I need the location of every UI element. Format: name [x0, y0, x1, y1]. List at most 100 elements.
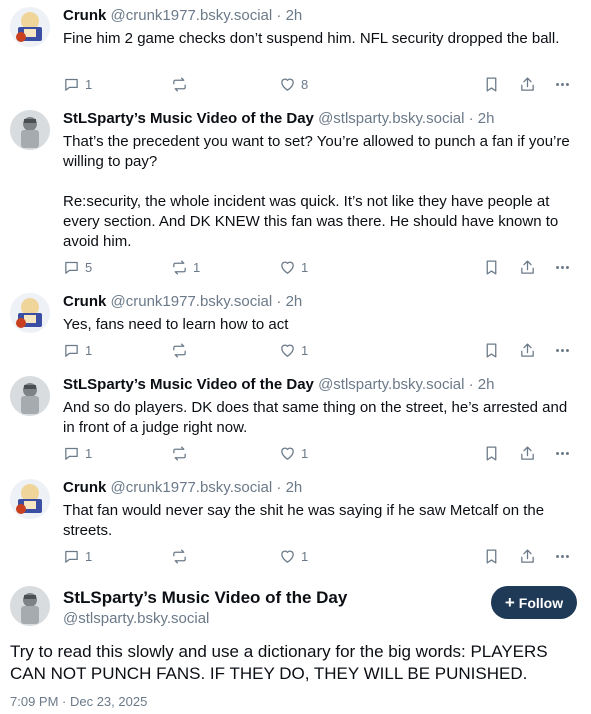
reply-button[interactable]: 5	[63, 257, 92, 277]
more-dots-icon	[556, 554, 569, 558]
heart-icon	[281, 78, 294, 91]
post-actions: 1 1	[63, 443, 573, 463]
reply-button[interactable]: 1	[63, 546, 92, 566]
post-actions: 1 1	[63, 546, 573, 566]
reply-icon	[65, 78, 78, 91]
more-options-button[interactable]	[554, 340, 571, 360]
bookmark-button[interactable]	[483, 340, 500, 360]
avatar-crunk[interactable]	[10, 293, 50, 333]
like-button[interactable]: 1	[279, 443, 308, 463]
post-line: Re:security, the whole incident was quic…	[63, 193, 559, 250]
post-actions: 5 1 1	[63, 257, 573, 277]
heart-icon	[281, 550, 294, 563]
post-line: That’s the precedent you want to set? Yo…	[63, 133, 570, 170]
like-count: 1	[301, 445, 309, 461]
repost-button[interactable]: 1	[171, 257, 200, 277]
bookmark-icon	[486, 76, 497, 92]
post-line: That fan would never say the shit he was…	[63, 502, 545, 539]
author-name[interactable]: Crunk	[63, 479, 106, 496]
share-button[interactable]	[519, 443, 536, 463]
share-icon	[521, 342, 534, 357]
like-count: 8	[301, 76, 309, 92]
more-dots-icon	[556, 348, 569, 352]
post-time[interactable]: 2h	[286, 479, 303, 496]
author-handle[interactable]: @crunk1977.bsky.social	[111, 479, 273, 496]
repost-button[interactable]	[171, 443, 193, 463]
post-time[interactable]: 2h	[286, 7, 303, 24]
reply-button[interactable]: 1	[63, 340, 92, 360]
main-post-timestamp[interactable]: 7:09 PM · Dec 23, 2025	[10, 694, 147, 709]
reply-count: 1	[85, 76, 93, 92]
bookmark-icon	[486, 445, 497, 461]
share-icon	[521, 259, 534, 274]
more-options-button[interactable]	[554, 257, 571, 277]
share-icon	[521, 445, 534, 460]
like-button[interactable]: 8	[279, 74, 308, 94]
more-options-button[interactable]	[554, 443, 571, 463]
post-text: That’s the precedent you want to set? Yo…	[63, 132, 578, 252]
share-button[interactable]	[519, 257, 536, 277]
repost-button[interactable]	[171, 546, 193, 566]
post-text: Yes, fans need to learn how to act	[63, 315, 578, 335]
bookmark-button[interactable]	[483, 74, 500, 94]
more-dots-icon	[556, 265, 569, 269]
avatar-stlsparty[interactable]	[10, 110, 50, 150]
more-dots-icon	[556, 451, 569, 455]
avatar-stlsparty[interactable]	[10, 376, 50, 416]
post-line: Yes, fans need to learn how to act	[63, 316, 289, 333]
bookmark-button[interactable]	[483, 443, 500, 463]
author-handle[interactable]: @stlsparty.bsky.social	[318, 110, 464, 127]
avatar-crunk[interactable]	[10, 479, 50, 519]
post-time[interactable]: 2h	[478, 376, 495, 393]
repost-button[interactable]	[171, 340, 193, 360]
repost-icon	[173, 342, 186, 358]
share-button[interactable]	[519, 340, 536, 360]
repost-count: 1	[193, 259, 201, 275]
follow-button[interactable]: + Follow	[491, 586, 577, 619]
share-button[interactable]	[519, 546, 536, 566]
main-author-name[interactable]: StLSparty’s Music Video of the Day	[63, 588, 347, 608]
like-button[interactable]: 1	[279, 257, 308, 277]
reply-count: 5	[85, 259, 93, 275]
heart-icon	[281, 447, 294, 460]
author-handle[interactable]: @crunk1977.bsky.social	[111, 293, 273, 310]
main-author-handle[interactable]: @stlsparty.bsky.social	[63, 610, 209, 627]
repost-icon	[173, 548, 186, 564]
author-handle[interactable]: @stlsparty.bsky.social	[318, 376, 464, 393]
reply-button[interactable]: 1	[63, 443, 92, 463]
post-line: Fine him 2 game checks don’t suspend him…	[63, 30, 560, 47]
post-text: And so do players. DK does that same thi…	[63, 398, 578, 438]
like-count: 1	[301, 548, 309, 564]
more-dots-icon	[556, 82, 569, 86]
like-count: 1	[301, 342, 309, 358]
post-line: And so do players. DK does that same thi…	[63, 399, 568, 436]
reply-icon	[65, 447, 78, 460]
post-time[interactable]: 2h	[478, 110, 495, 127]
main-post-text: Try to read this slowly and use a dictio…	[10, 642, 548, 683]
share-button[interactable]	[519, 74, 536, 94]
more-options-button[interactable]	[554, 546, 571, 566]
reply-button[interactable]: 1	[63, 74, 92, 94]
bookmark-button[interactable]	[483, 257, 500, 277]
post-time[interactable]: 2h	[286, 293, 303, 310]
reply-count: 1	[85, 445, 93, 461]
bookmark-button[interactable]	[483, 546, 500, 566]
like-count: 1	[301, 259, 309, 275]
post-text: Fine him 2 game checks don’t suspend him…	[63, 29, 578, 49]
author-handle[interactable]: @crunk1977.bsky.social	[111, 7, 273, 24]
avatar-stlsparty[interactable]	[10, 586, 50, 626]
repost-icon	[173, 76, 186, 92]
avatar-crunk[interactable]	[10, 7, 50, 47]
repost-button[interactable]	[171, 74, 193, 94]
author-name[interactable]: Crunk	[63, 7, 106, 24]
repost-icon	[173, 445, 186, 461]
author-name[interactable]: Crunk	[63, 293, 106, 310]
like-button[interactable]: 1	[279, 340, 308, 360]
follow-label: Follow	[518, 594, 564, 611]
like-button[interactable]: 1	[279, 546, 308, 566]
author-name[interactable]: StLSparty’s Music Video of the Day	[63, 376, 314, 393]
more-options-button[interactable]	[554, 74, 571, 94]
reply-count: 1	[85, 342, 93, 358]
reply-icon	[65, 344, 78, 357]
author-name[interactable]: StLSparty’s Music Video of the Day	[63, 110, 314, 127]
